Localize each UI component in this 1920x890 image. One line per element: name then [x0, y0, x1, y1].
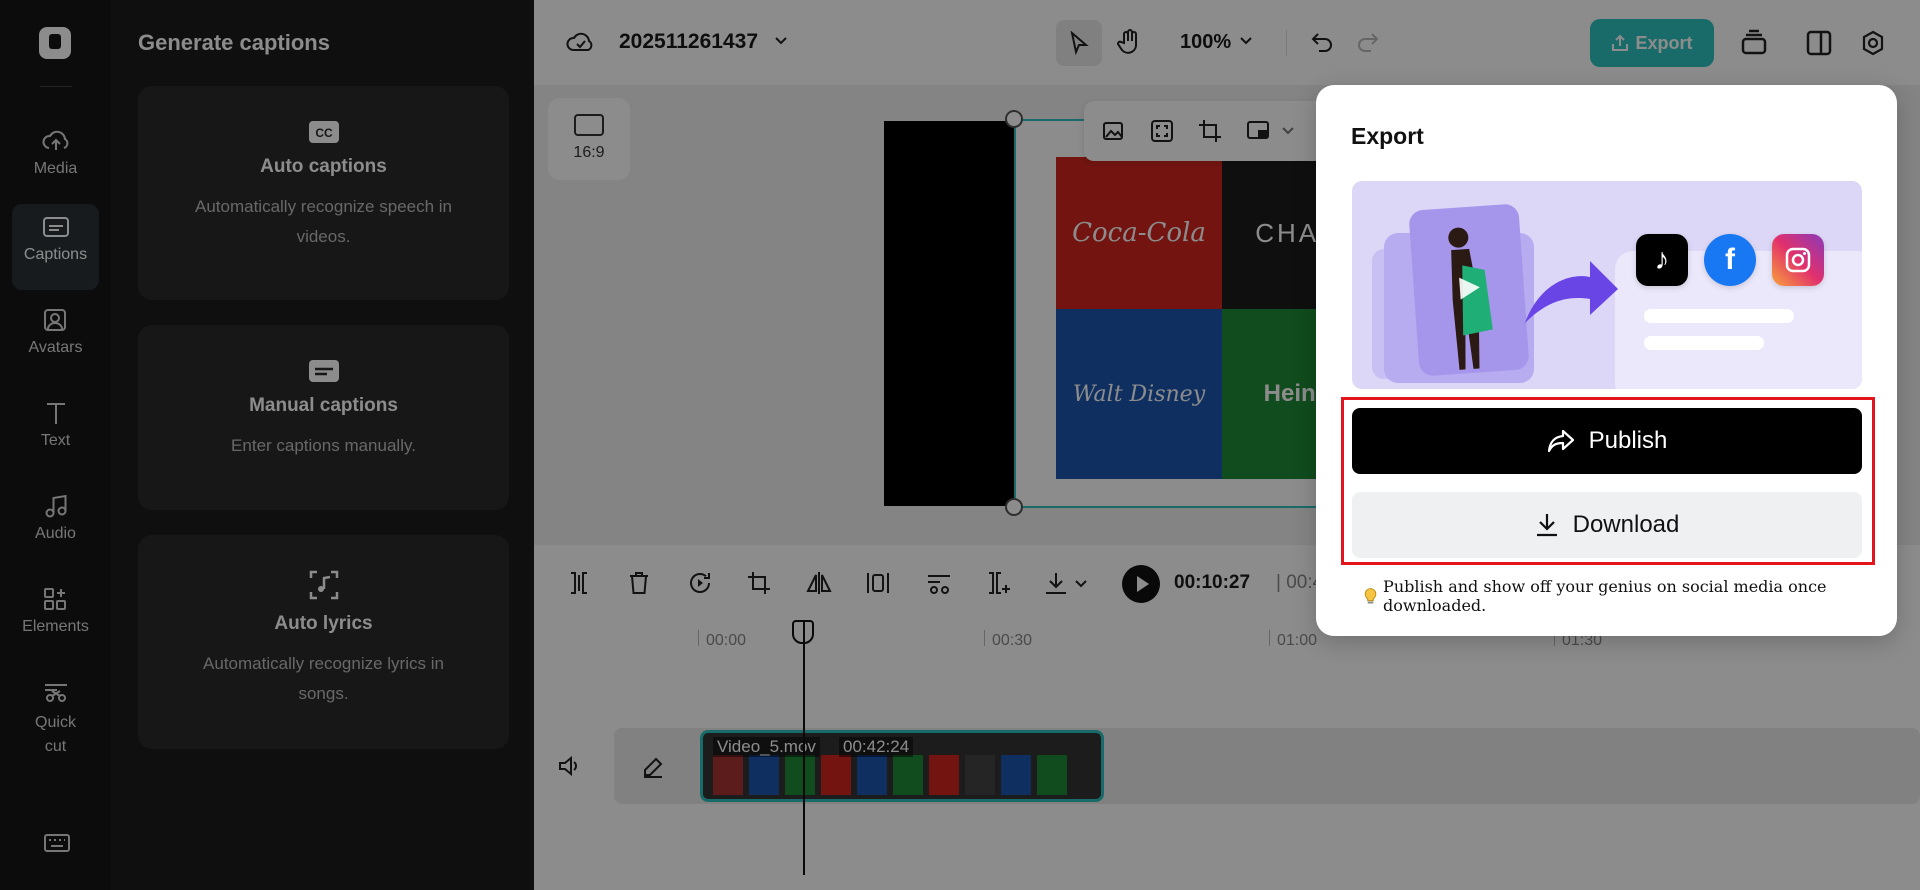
- download-label: Download: [1572, 511, 1680, 538]
- play-triangle-icon: [1459, 277, 1480, 300]
- publish-hint: Publish and show off your genius on soci…: [1364, 577, 1897, 615]
- placeholder-line: [1644, 309, 1794, 323]
- download-button[interactable]: Download: [1352, 492, 1862, 558]
- export-popup: Export ♪ f Publish Download Publish and …: [1316, 85, 1897, 636]
- tiktok-icon: ♪: [1636, 234, 1688, 286]
- share-arrow-icon: [1525, 261, 1618, 323]
- publish-label: Publish: [1588, 427, 1668, 454]
- hint-text: Publish and show off your genius on soci…: [1383, 577, 1827, 615]
- facebook-icon: f: [1704, 234, 1756, 286]
- export-banner: ♪ f: [1352, 181, 1862, 389]
- banner-photo: [1408, 203, 1530, 377]
- instagram-icon: [1772, 234, 1824, 286]
- lightbulb-icon: [1364, 588, 1377, 604]
- download-icon: [1536, 514, 1557, 537]
- instagram-glyph: [1785, 247, 1811, 273]
- popup-title: Export: [1351, 123, 1424, 149]
- share-icon: [1547, 429, 1574, 453]
- publish-button[interactable]: Publish: [1352, 408, 1862, 474]
- placeholder-line: [1644, 336, 1764, 350]
